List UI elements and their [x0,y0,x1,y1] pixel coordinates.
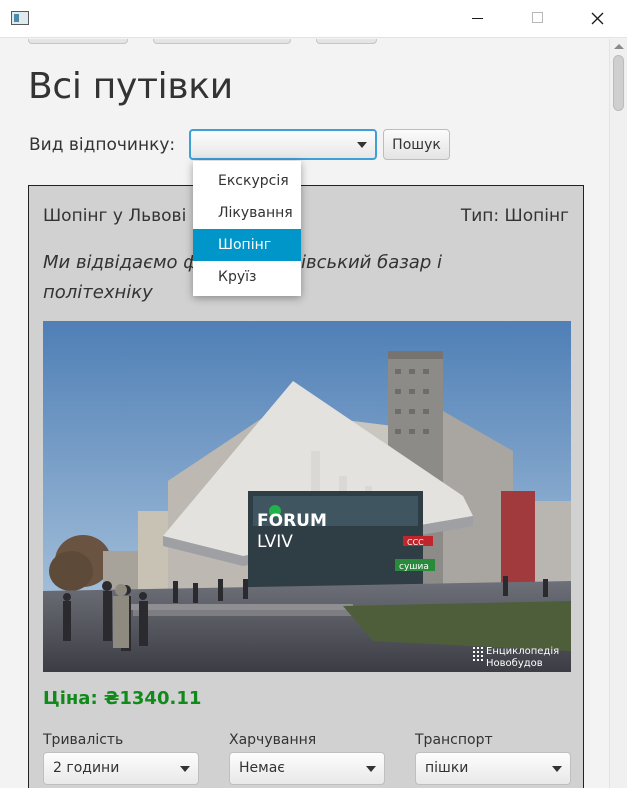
transport-value: пішки [425,760,469,776]
vertical-scrollbar[interactable] [609,39,627,788]
chevron-down-icon [357,142,367,148]
close-button[interactable] [567,0,627,38]
meals-label: Харчування [229,732,317,748]
watermark-line2: Новобудов [486,658,543,669]
tour-price: Ціна: ₴1340.11 [43,688,202,709]
vacation-type-label: Вид відпочинку: [29,135,176,155]
svg-text:CCC: CCC [407,538,424,547]
dropdown-option-treatment[interactable]: Лікування [193,197,301,229]
vacation-type-dropdown: Екскурсія Лікування Шопінг Круїз [193,161,301,296]
scroll-up-icon[interactable] [614,44,624,49]
tour-type: Тип: Шопінг [460,206,569,226]
forum-sign-text: FORUM [257,511,327,531]
dropdown-option-excursion[interactable]: Екскурсія [193,165,301,197]
scrollbar-thumb[interactable] [613,55,624,111]
dropdown-option-shopping[interactable]: Шопінг [193,229,301,261]
meals-value: Немає [239,760,285,776]
duration-value: 2 години [53,760,120,776]
top-nav-button[interactable] [28,39,128,44]
maximize-icon [532,12,543,23]
page-title: Всі путівки [28,66,233,107]
tour-name: Шопінг у Львові [43,206,187,226]
minimize-icon [472,18,483,19]
meals-select[interactable]: Немає [229,752,385,785]
chevron-down-icon [366,766,376,772]
duration-label: Тривалість [43,732,124,748]
tour-photo: FORUM LVIV CCC сушиа Енциклопедія Новобу… [43,321,571,672]
forum-lviv-building-image: FORUM LVIV CCC сушиа Енциклопедія Новобу… [43,321,571,672]
close-icon [591,12,604,25]
duration-select[interactable]: 2 години [43,752,199,785]
tour-card: Шопінг у Львові Тип: Шопінг Ми відвідаєм… [28,185,584,788]
transport-select[interactable]: пішки [415,752,571,785]
transport-label: Транспорт [415,732,493,748]
minimize-button[interactable] [447,0,507,38]
app-window-icon [11,11,29,25]
svg-text:сушиа: сушиа [399,562,429,572]
search-button[interactable]: Пошук [383,129,450,160]
top-nav-button[interactable] [153,39,291,44]
top-nav-button[interactable] [316,39,377,44]
chevron-down-icon [180,766,190,772]
watermark-line1: Енциклопедія [486,645,559,657]
dropdown-option-cruise[interactable]: Круїз [193,261,301,293]
chevron-down-icon [552,766,562,772]
maximize-button[interactable] [507,0,567,38]
lviv-sign-text: LVIV [257,532,293,552]
window-titlebar [0,0,627,38]
vacation-type-select[interactable] [189,129,377,160]
main-content: Всі путівки Вид відпочинку: Пошук Шопінг… [0,39,609,788]
